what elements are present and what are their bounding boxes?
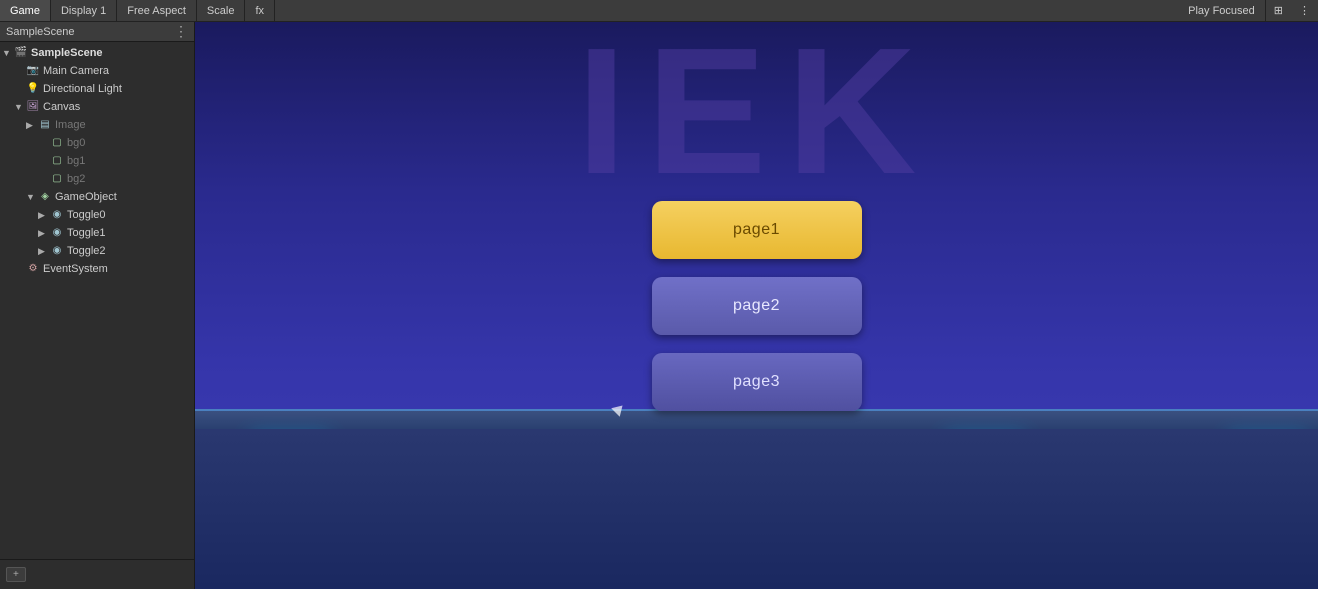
- tab-display[interactable]: Display 1: [51, 0, 117, 21]
- page3-button[interactable]: page3: [652, 353, 862, 411]
- hierarchy-item-eventsystem[interactable]: ⚙ EventSystem: [0, 260, 194, 278]
- hierarchy-item-main-camera[interactable]: 📷 Main Camera: [0, 62, 194, 80]
- hierarchy-title: SampleScene: [6, 26, 75, 38]
- gameobject-icon: ◈: [38, 190, 52, 204]
- page2-button[interactable]: page2: [652, 277, 862, 335]
- expand-arrow-toggle1: ▶: [38, 228, 48, 239]
- image-icon: ▤: [38, 118, 52, 132]
- hierarchy-panel: SampleScene ⋮ ▼ 🎬 SampleScene 📷 Main Cam…: [0, 22, 195, 589]
- bg2-icon: ▢: [50, 172, 64, 186]
- hierarchy-item-bg2[interactable]: ▢ bg2: [0, 170, 194, 188]
- floor: [195, 409, 1318, 589]
- add-object-button[interactable]: +: [6, 567, 26, 582]
- hierarchy-item-toggle0[interactable]: ▶ ◉ Toggle0: [0, 206, 194, 224]
- hierarchy-item-toggle1[interactable]: ▶ ◉ Toggle1: [0, 224, 194, 242]
- hierarchy-bottom: +: [0, 559, 194, 589]
- hierarchy-item-gameobject[interactable]: ▼ ◈ GameObject: [0, 188, 194, 206]
- tab-game[interactable]: Game: [0, 0, 51, 21]
- tab-fx[interactable]: fx: [245, 0, 275, 21]
- expand-arrow-canvas: ▼: [14, 102, 24, 112]
- page-buttons-container: page1 page2 page3: [652, 201, 862, 411]
- hierarchy-list: ▼ 🎬 SampleScene 📷 Main Camera 💡 Directio…: [0, 42, 194, 559]
- hierarchy-item-canvas[interactable]: ▼ 🖼 Canvas: [0, 98, 194, 116]
- bg1-icon: ▢: [50, 154, 64, 168]
- hierarchy-item-directional-light[interactable]: 💡 Directional Light: [0, 80, 194, 98]
- hierarchy-header: SampleScene ⋮: [0, 22, 194, 42]
- eventsystem-icon: ⚙: [26, 262, 40, 276]
- expand-arrow-toggle0: ▶: [38, 210, 48, 221]
- hierarchy-item-bg1[interactable]: ▢ bg1: [0, 152, 194, 170]
- more-options-button[interactable]: ⋮: [1291, 0, 1318, 21]
- expand-arrow-scene: ▼: [2, 48, 12, 58]
- expand-arrow-image: ▶: [26, 120, 36, 131]
- top-toolbar: Game Display 1 Free Aspect Scale fx Play…: [0, 0, 1318, 22]
- floor-main: [195, 429, 1318, 589]
- hierarchy-item-samplescene[interactable]: ▼ 🎬 SampleScene: [0, 44, 194, 62]
- page1-button[interactable]: page1: [652, 201, 862, 259]
- toggle1-icon: ◉: [50, 226, 64, 240]
- main-area: SampleScene ⋮ ▼ 🎬 SampleScene 📷 Main Cam…: [0, 22, 1318, 589]
- camera-icon: 📷: [26, 64, 40, 78]
- game-canvas: IEK: [195, 22, 1318, 589]
- tab-play-focused[interactable]: Play Focused: [1178, 0, 1266, 21]
- scene-icon: 🎬: [14, 46, 28, 60]
- toggle2-icon: ◉: [50, 244, 64, 258]
- hierarchy-item-toggle2[interactable]: ▶ ◉ Toggle2: [0, 242, 194, 260]
- background-letters: IEK: [576, 22, 936, 202]
- tab-aspect[interactable]: Free Aspect: [117, 0, 197, 21]
- hierarchy-item-image[interactable]: ▶ ▤ Image: [0, 116, 194, 134]
- tab-scale[interactable]: Scale: [197, 0, 246, 21]
- bg0-icon: ▢: [50, 136, 64, 150]
- light-icon: 💡: [26, 82, 40, 96]
- canvas-icon: 🖼: [26, 100, 40, 114]
- maximize-button[interactable]: ⊞: [1266, 0, 1291, 21]
- expand-arrow-gameobject: ▼: [26, 192, 36, 202]
- hierarchy-item-bg0[interactable]: ▢ bg0: [0, 134, 194, 152]
- hierarchy-more-icon[interactable]: ⋮: [174, 23, 188, 40]
- floor-top: [195, 409, 1318, 429]
- toggle0-icon: ◉: [50, 208, 64, 222]
- expand-arrow-toggle2: ▶: [38, 246, 48, 257]
- game-view: IEK: [195, 22, 1318, 589]
